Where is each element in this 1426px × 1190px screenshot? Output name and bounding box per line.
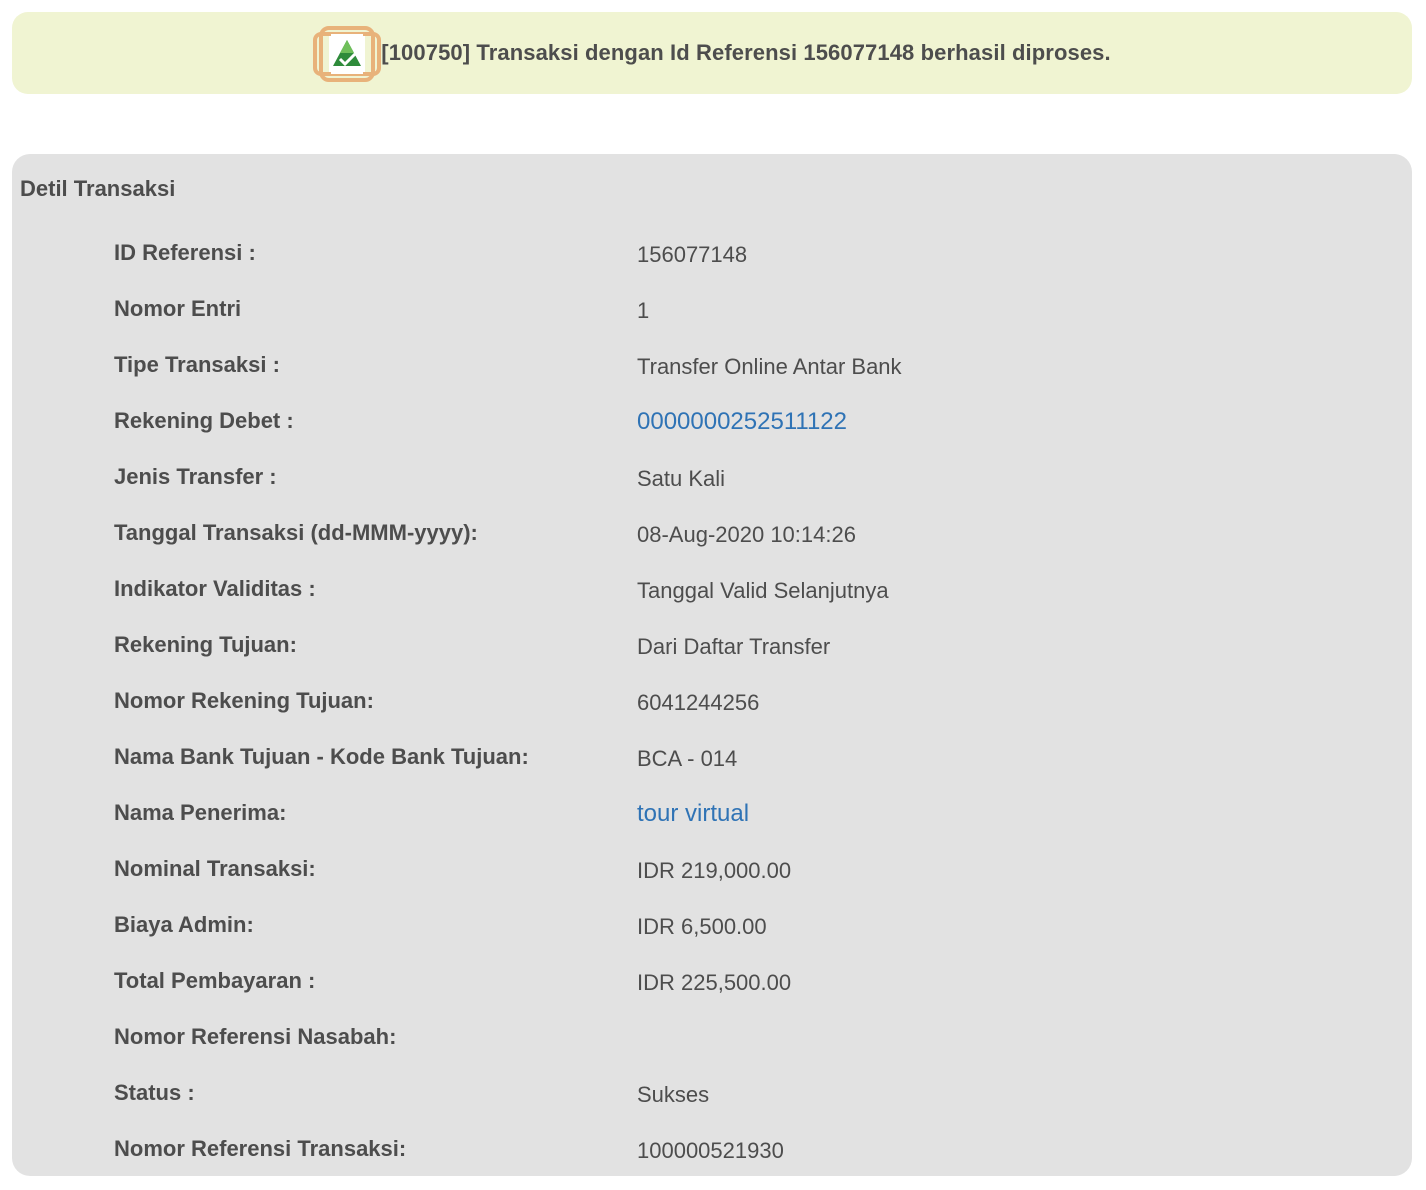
- row-label: ID Referensi :: [114, 240, 256, 265]
- row-value: 6041244256: [637, 690, 760, 715]
- row-label: Nomor Entri: [114, 296, 242, 321]
- row-label: Biaya Admin:: [114, 912, 254, 937]
- row-label: Indikator Validitas :: [114, 576, 316, 601]
- row-value: IDR 6,500.00: [637, 914, 767, 939]
- row-value: Transfer Online Antar Bank: [637, 354, 902, 379]
- row-value: 1: [637, 298, 650, 323]
- row-nomor-referensi-nasabah: Nomor Referensi Nasabah:: [114, 1022, 1364, 1078]
- row-value: BCA - 014: [637, 746, 738, 771]
- row-indikator-validitas: Indikator Validitas : Tanggal Valid Sela…: [114, 574, 1364, 630]
- row-label: Nomor Referensi Transaksi:: [114, 1136, 407, 1161]
- row-label: Nama Penerima:: [114, 800, 287, 825]
- success-message: [100750] Transaksi dengan Id Referensi 1…: [381, 40, 1111, 65]
- row-label: Total Pembayaran :: [114, 968, 316, 993]
- row-nomor-entri: Nomor Entri 1: [114, 294, 1364, 350]
- row-label: Rekening Tujuan:: [114, 632, 297, 657]
- row-value: 08-Aug-2020 10:14:26: [637, 522, 856, 547]
- row-label: Nomor Referensi Nasabah:: [114, 1024, 397, 1049]
- row-label: Status :: [114, 1080, 195, 1105]
- row-value: Dari Daftar Transfer: [637, 634, 831, 659]
- row-total-pembayaran: Total Pembayaran : IDR 225,500.00: [114, 966, 1364, 1022]
- row-nomor-referensi-transaksi: Nomor Referensi Transaksi: 100000521930: [114, 1134, 1364, 1190]
- row-id-referensi: ID Referensi : 156077148: [114, 238, 1364, 294]
- row-nominal-transaksi: Nominal Transaksi: IDR 219,000.00: [114, 854, 1364, 910]
- row-label: Nama Bank Tujuan - Kode Bank Tujuan:: [114, 744, 529, 769]
- row-value: IDR 225,500.00: [637, 970, 792, 995]
- recipient-name-link[interactable]: tour virtual: [637, 800, 749, 828]
- row-label: Jenis Transfer :: [114, 464, 277, 489]
- row-value: IDR 219,000.00: [637, 858, 792, 883]
- row-label: Tanggal Transaksi (dd-MMM-yyyy):: [114, 520, 478, 545]
- success-check-icon: [313, 22, 385, 84]
- panel-title: Detil Transaksi: [20, 176, 176, 201]
- row-label: Nominal Transaksi:: [114, 856, 316, 881]
- row-rekening-tujuan: Rekening Tujuan: Dari Daftar Transfer: [114, 630, 1364, 686]
- row-value: Tanggal Valid Selanjutnya: [637, 578, 889, 603]
- row-label: Tipe Transaksi :: [114, 352, 280, 377]
- row-nomor-rekening-tujuan: Nomor Rekening Tujuan: 6041244256: [114, 686, 1364, 742]
- row-jenis-transfer: Jenis Transfer : Satu Kali: [114, 462, 1364, 518]
- transaction-detail-panel: Detil Transaksi ID Referensi : 156077148…: [12, 154, 1412, 1176]
- row-nama-bank-tujuan: Nama Bank Tujuan - Kode Bank Tujuan: BCA…: [114, 742, 1364, 798]
- success-banner: [100750] Transaksi dengan Id Referensi 1…: [12, 12, 1412, 94]
- row-status: Status : Sukses: [114, 1078, 1364, 1134]
- row-tipe-transaksi: Tipe Transaksi : Transfer Online Antar B…: [114, 350, 1364, 406]
- row-label: Nomor Rekening Tujuan:: [114, 688, 374, 713]
- row-value: 100000521930: [637, 1138, 784, 1163]
- status-value: Sukses: [637, 1082, 710, 1107]
- row-value: 156077148: [637, 242, 748, 267]
- row-biaya-admin: Biaya Admin: IDR 6,500.00: [114, 910, 1364, 966]
- detail-rows: ID Referensi : 156077148 Nomor Entri 1 T…: [114, 238, 1364, 1190]
- row-label: Rekening Debet :: [114, 408, 294, 433]
- row-tanggal-transaksi: Tanggal Transaksi (dd-MMM-yyyy): 08-Aug-…: [114, 518, 1364, 574]
- row-nama-penerima: Nama Penerima: tour virtual: [114, 798, 1364, 854]
- row-value: Satu Kali: [637, 466, 726, 491]
- row-rekening-debet: Rekening Debet : 0000000252511122: [114, 406, 1364, 462]
- debit-account-link[interactable]: 0000000252511122: [637, 408, 847, 436]
